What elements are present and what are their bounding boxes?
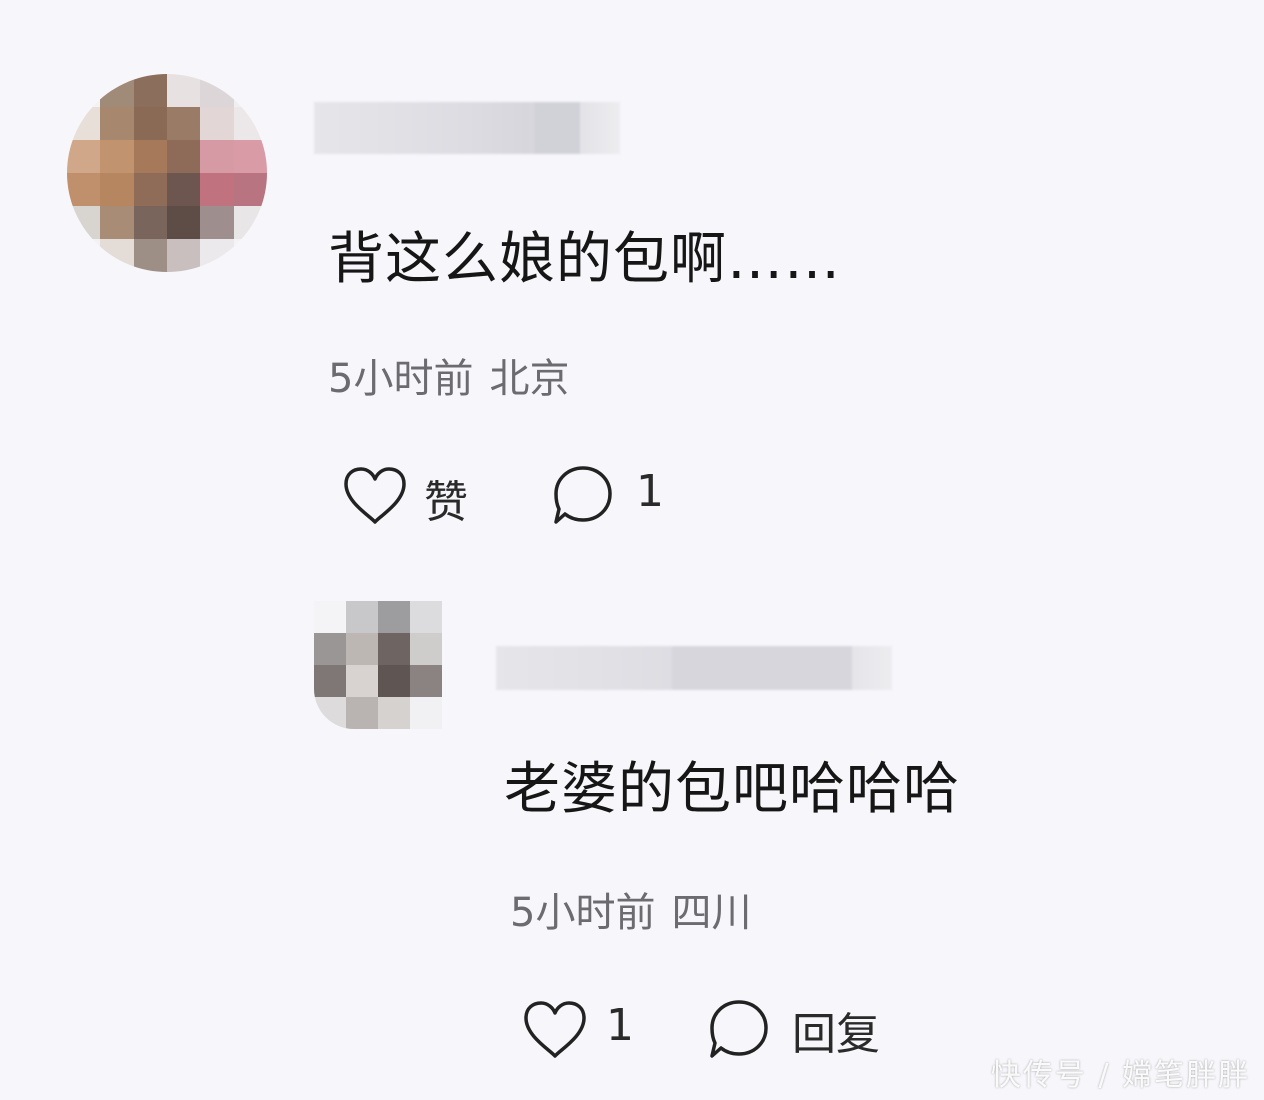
reply-button[interactable] [706, 998, 772, 1062]
heart-icon [344, 467, 406, 524]
reply-count: 1 [636, 466, 664, 517]
like-count: 1 [606, 1000, 634, 1051]
comment-bubble-icon [710, 1000, 768, 1058]
heart-icon [524, 1001, 586, 1058]
avatar[interactable] [67, 74, 267, 272]
comment-text: 背这么娘的包啊…… [328, 227, 841, 292]
like-label[interactable]: 赞 [424, 466, 468, 530]
reply-button[interactable] [550, 464, 616, 528]
comment-location: 北京 [489, 356, 570, 402]
comment-meta: 5小时前 北京 [328, 346, 585, 404]
username-blurred[interactable] [314, 102, 620, 154]
comment-location: 四川 [671, 890, 752, 936]
comment-time: 5小时前 [510, 890, 656, 936]
like-button[interactable] [522, 1000, 588, 1060]
comment-meta: 5小时前 四川 [510, 880, 767, 938]
comment-time: 5小时前 [328, 356, 474, 402]
reply-label[interactable]: 回复 [792, 998, 880, 1062]
like-button[interactable] [342, 466, 408, 526]
watermark: 快传号 / 嫦笔胖胖 [990, 1058, 1250, 1093]
username-blurred[interactable] [496, 646, 892, 690]
comment-text: 老婆的包吧哈哈哈 [504, 757, 960, 822]
comment-bubble-icon [554, 466, 612, 524]
avatar[interactable] [314, 601, 442, 729]
